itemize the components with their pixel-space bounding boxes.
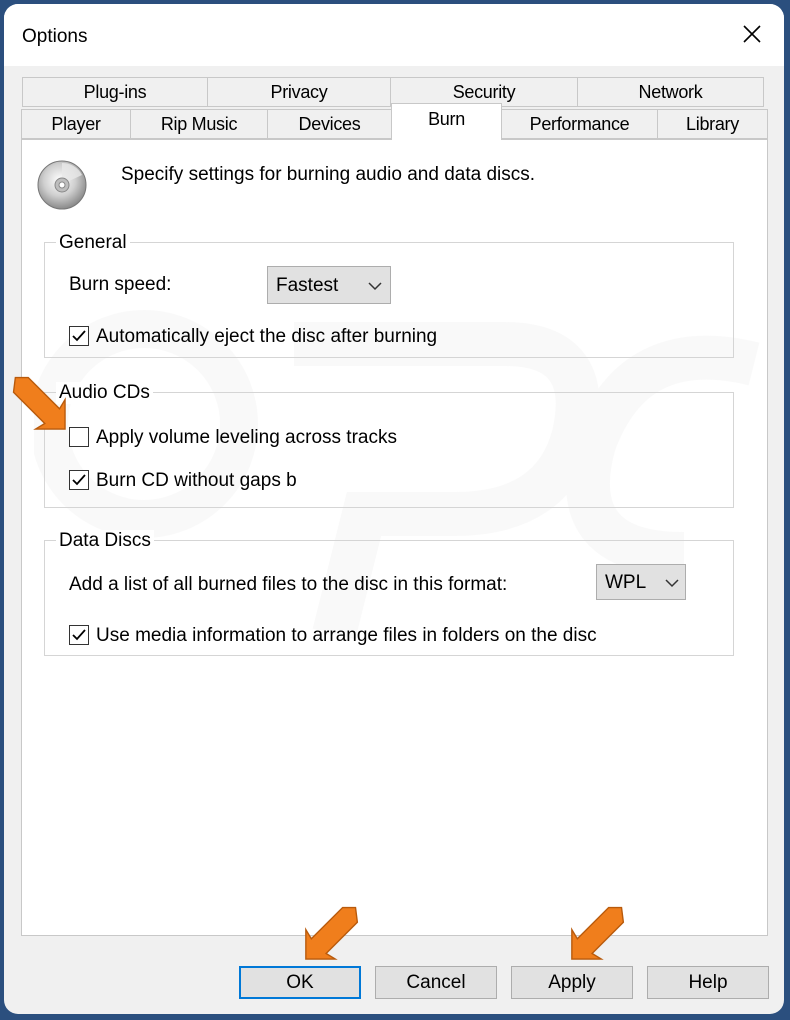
tab-privacy[interactable]: Privacy bbox=[207, 77, 391, 107]
no-gaps-label: Burn CD without gaps b bbox=[96, 470, 297, 491]
window-title: Options bbox=[22, 26, 88, 47]
disc-icon bbox=[37, 160, 87, 210]
tab-label: Rip Music bbox=[160, 114, 238, 134]
tab-label: Privacy bbox=[270, 82, 328, 102]
tab-label: Library bbox=[686, 114, 739, 134]
close-icon bbox=[743, 25, 761, 43]
tab-label: Player bbox=[51, 114, 101, 134]
checkmark-icon bbox=[72, 474, 86, 486]
tab-label: Devices bbox=[298, 114, 361, 134]
volume-leveling-label: Apply volume leveling across tracks bbox=[96, 427, 397, 448]
tab-plug-ins[interactable]: Plug-ins bbox=[22, 77, 208, 107]
tab-player[interactable]: Player bbox=[21, 109, 131, 139]
annotation-arrow-icon bbox=[571, 906, 625, 960]
burn-description: Specify settings for burning audio and d… bbox=[121, 164, 536, 185]
checkmark-icon bbox=[72, 629, 86, 641]
tab-network[interactable]: Network bbox=[577, 77, 764, 107]
help-button[interactable]: Help bbox=[647, 966, 769, 999]
chevron-down-icon bbox=[368, 282, 382, 291]
burn-speed-label: Burn speed: bbox=[69, 274, 172, 295]
tab-label: Network bbox=[638, 82, 703, 102]
tab-label: Burn bbox=[428, 109, 465, 129]
tab-devices[interactable]: Devices bbox=[267, 109, 392, 139]
media-info-checkbox[interactable] bbox=[69, 625, 89, 645]
burn-speed-select[interactable]: Fastest bbox=[267, 266, 391, 304]
media-info-label: Use media information to arrange files i… bbox=[96, 625, 597, 646]
options-dialog: Options Plug-ins Privacy Security Networ… bbox=[4, 4, 784, 1014]
playlist-format-select[interactable]: WPL bbox=[596, 564, 686, 600]
cancel-button[interactable]: Cancel bbox=[375, 966, 497, 999]
burn-speed-value: Fastest bbox=[276, 275, 339, 296]
annotation-arrow-icon bbox=[12, 376, 66, 430]
no-gaps-checkbox[interactable] bbox=[69, 470, 89, 490]
tab-library[interactable]: Library bbox=[657, 109, 768, 139]
data-discs-legend: Data Discs bbox=[56, 530, 154, 552]
tab-rip-music[interactable]: Rip Music bbox=[130, 109, 268, 139]
tab-label: Security bbox=[452, 82, 516, 102]
chevron-down-icon bbox=[665, 579, 679, 588]
volume-leveling-checkbox[interactable] bbox=[69, 427, 89, 447]
checkmark-icon bbox=[72, 330, 86, 342]
tab-label: Performance bbox=[529, 114, 630, 134]
annotation-arrow-icon bbox=[305, 906, 359, 960]
tab-label: Plug-ins bbox=[83, 82, 147, 102]
apply-button[interactable]: Apply bbox=[511, 966, 633, 999]
ok-button[interactable]: OK bbox=[239, 966, 361, 999]
format-label: Add a list of all burned files to the di… bbox=[69, 574, 508, 595]
auto-eject-checkbox[interactable] bbox=[69, 326, 89, 346]
auto-eject-label: Automatically eject the disc after burni… bbox=[96, 326, 438, 347]
close-button[interactable] bbox=[728, 12, 776, 56]
title-bar: Options bbox=[4, 4, 784, 66]
tab-performance[interactable]: Performance bbox=[501, 109, 658, 139]
general-legend: General bbox=[56, 232, 130, 254]
playlist-format-value: WPL bbox=[605, 572, 647, 593]
watermark-graphic bbox=[34, 310, 760, 640]
tab-burn[interactable]: Burn bbox=[391, 103, 502, 140]
